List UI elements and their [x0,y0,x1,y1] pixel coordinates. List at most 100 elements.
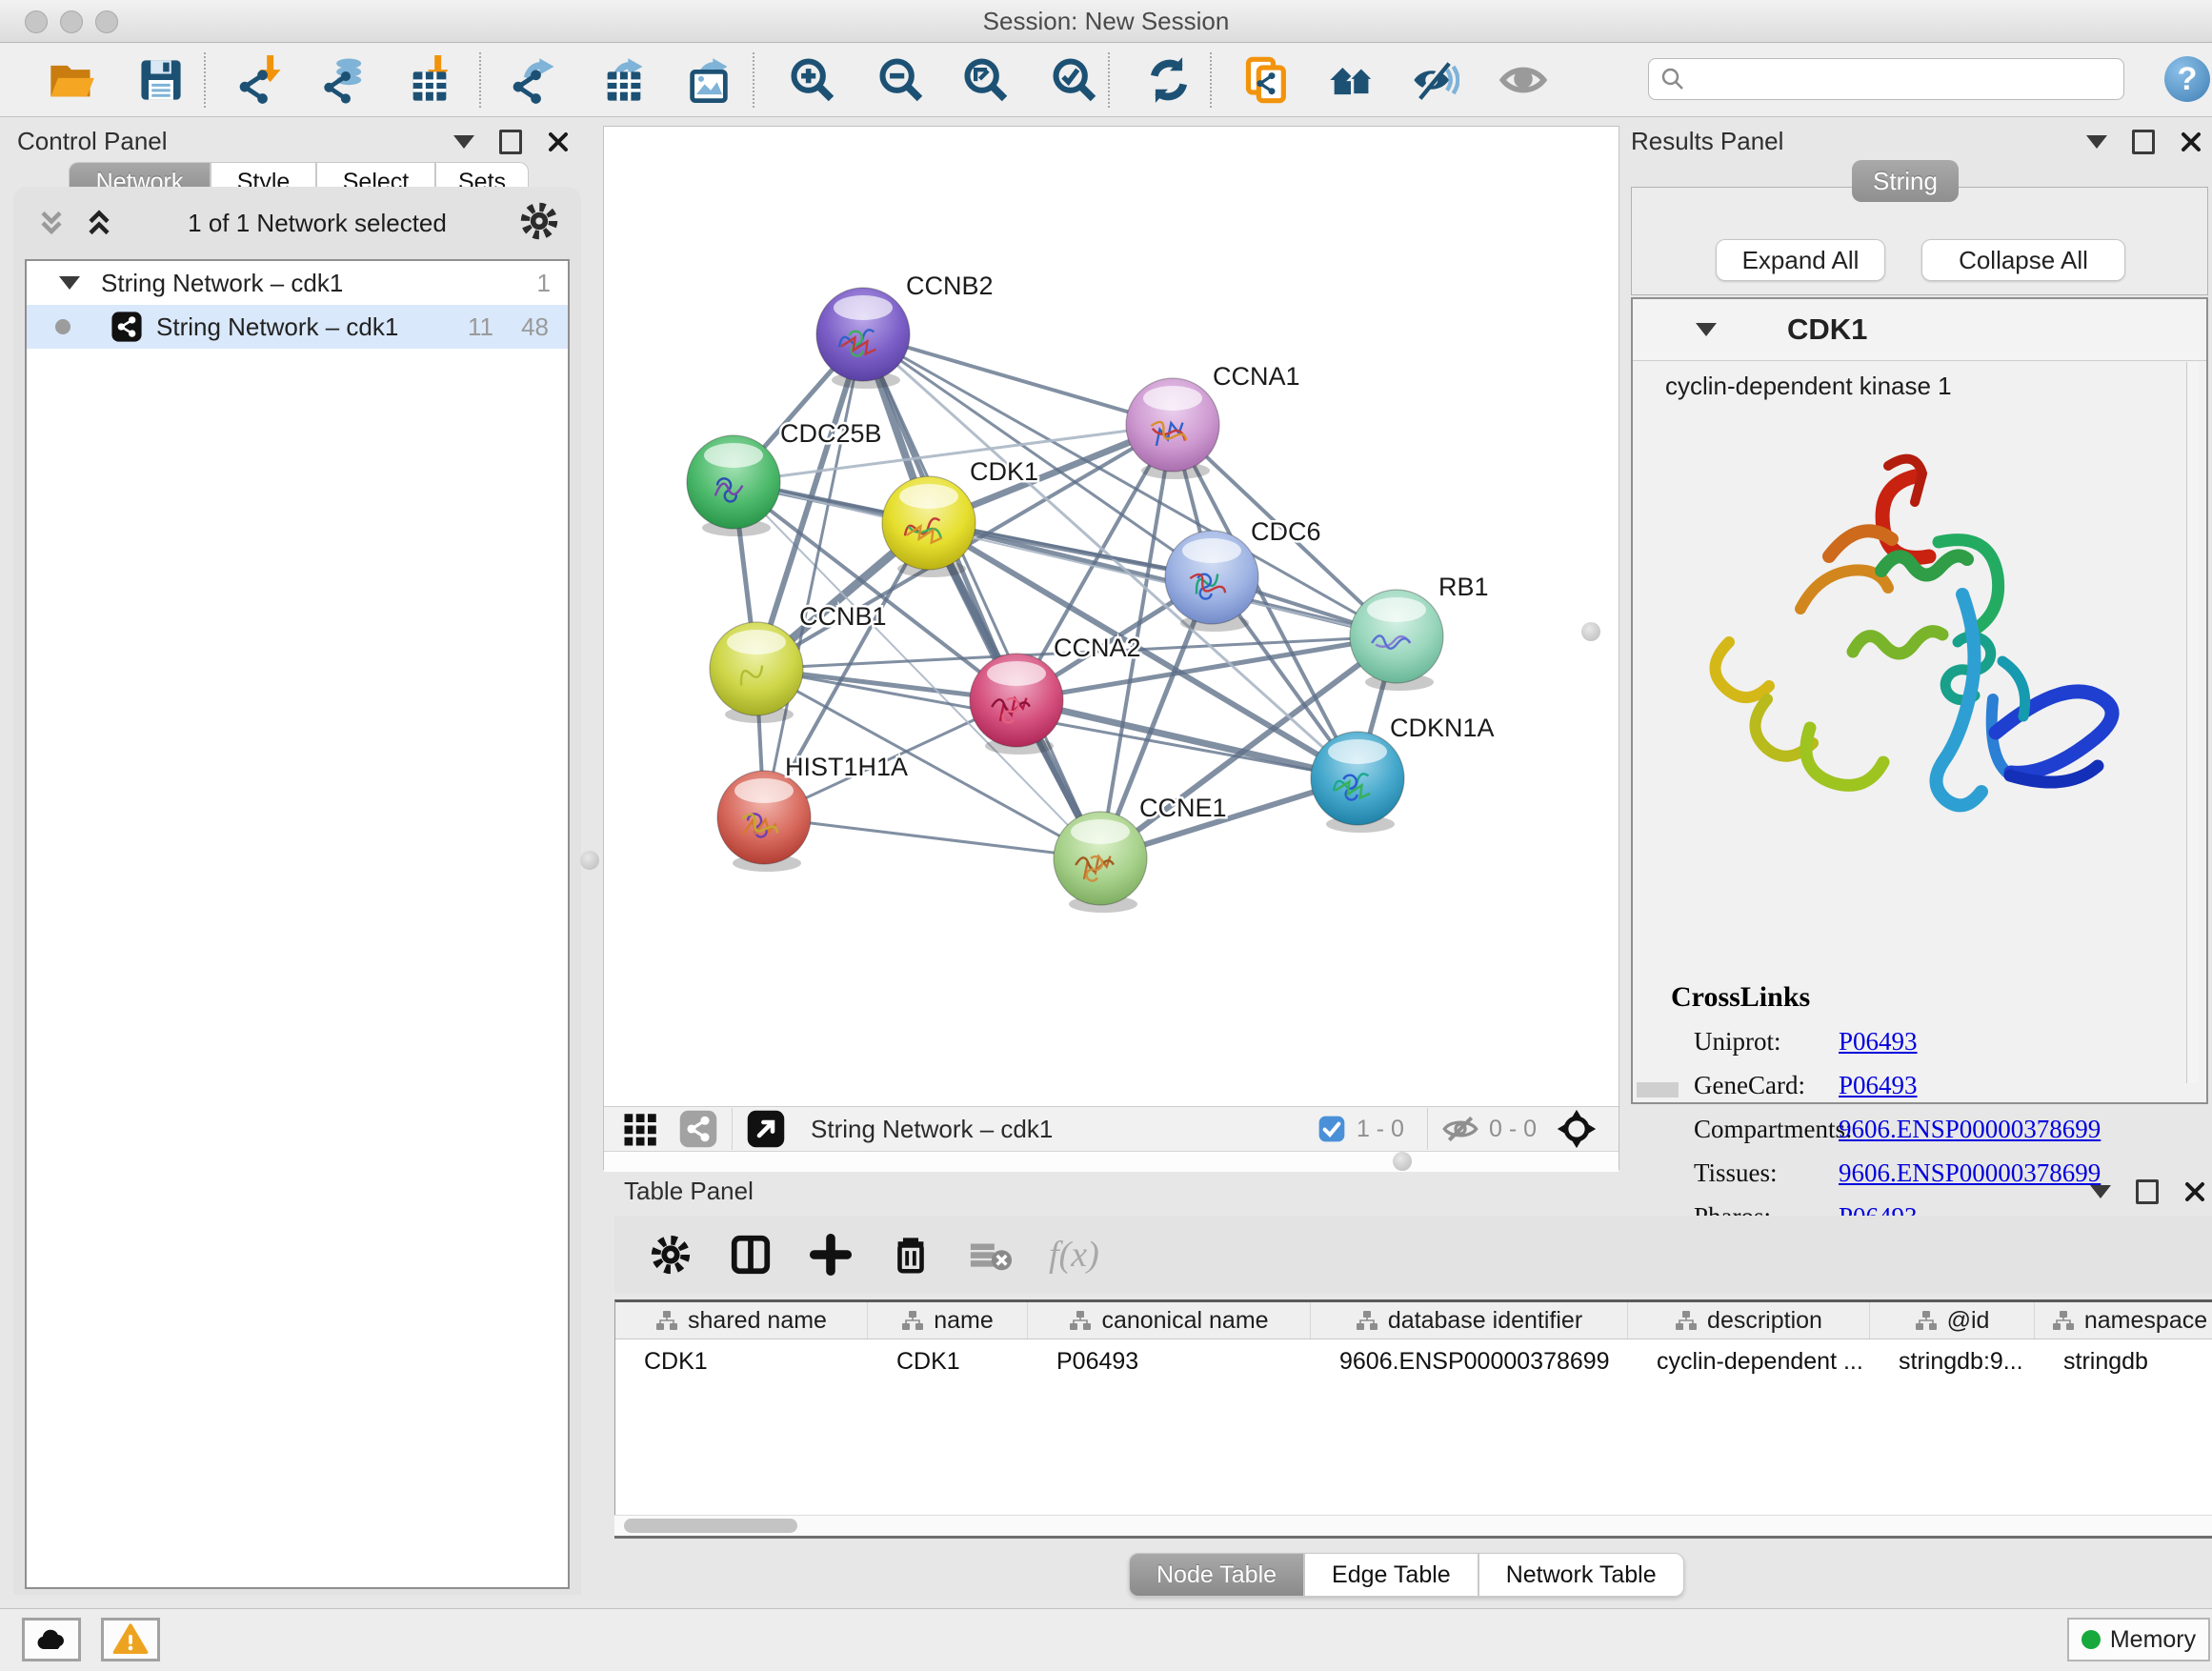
column-header-canonical-name[interactable]: canonical name [1028,1302,1311,1339]
node-CDC25B[interactable]: CDC25B [687,419,882,536]
results-vscrollbar[interactable] [2186,362,2199,1083]
column-header-database-identifier[interactable]: database identifier [1311,1302,1628,1339]
tab-node-table[interactable]: Node Table [1129,1553,1304,1597]
collapse-all-icon[interactable] [34,206,69,240]
node-CDKN1A[interactable]: CDKN1A [1311,714,1495,833]
node-label-HIST1H1A: HIST1H1A [785,753,908,781]
home-networks-icon[interactable] [1325,54,1377,106]
column-header-name[interactable]: name [868,1302,1028,1339]
help-button[interactable]: ? [2164,56,2210,102]
horizontal-splitter[interactable] [604,1151,1619,1172]
right-splitter-handle-icon[interactable] [1581,622,1600,641]
cell-name[interactable]: CDK1 [868,1348,1028,1376]
selected-checkbox-icon[interactable] [1317,1114,1347,1144]
hide-eye-icon[interactable] [1409,54,1460,106]
crosslink-label: Compartments: [1694,1115,1839,1144]
node-HIST1H1A[interactable]: HIST1H1A [717,753,908,872]
tab-edge-table[interactable]: Edge Table [1304,1553,1478,1597]
zoom-selected-icon[interactable] [1049,54,1100,106]
protein-card-header[interactable]: CDK1 [1633,299,2206,361]
table-row[interactable]: CDK1CDK1P064939606.ENSP00000378699cyclin… [615,1339,2212,1383]
zoom-out-icon[interactable] [875,54,927,106]
cell-namespace[interactable]: stringdb [2035,1348,2212,1376]
zoom-in-icon[interactable] [787,54,838,106]
refresh-icon[interactable] [1143,54,1195,106]
cell-canonical-name[interactable]: P06493 [1028,1348,1311,1376]
network-options-gear-icon[interactable] [518,200,560,247]
column-header-@id[interactable]: @id [1870,1302,2035,1339]
tab-network-table[interactable]: Network Table [1478,1553,1684,1597]
float-panel-icon[interactable] [499,130,522,154]
crosslink-link[interactable]: 9606.ENSP00000378699 [1839,1115,2101,1144]
table-columns-icon[interactable] [729,1233,773,1277]
protein-result-card: CDK1 cyclin-dependent kinase 1 [1631,297,2208,1104]
edge-CCNE1-HIST1H1A[interactable] [764,817,1100,858]
table-delete-icon[interactable] [889,1233,933,1277]
table-remove-column-icon [969,1233,1013,1277]
results-hscrollbar[interactable] [1637,1082,1679,1097]
collapse-panel-icon[interactable] [2090,1185,2111,1198]
expand-all-icon[interactable] [82,206,116,240]
show-eye-icon[interactable] [1498,54,1549,106]
edge-CCNB2-HIST1H1A[interactable] [764,334,863,817]
export-image-icon[interactable] [683,54,734,106]
close-panel-icon[interactable] [2180,131,2202,153]
tree-expand-icon[interactable] [59,276,80,290]
node-RB1[interactable]: RB1 [1350,573,1489,691]
export-table-icon[interactable] [598,54,650,106]
network-canvas[interactable]: CCNB2CCNA1CDC25BCDK1CDC6RB1CCNB1CCNA2CDK… [603,126,1619,1170]
network-row-selected[interactable]: String Network – cdk1 11 48 [27,305,568,349]
memory-button[interactable]: Memory [2067,1618,2210,1661]
network-graph[interactable]: CCNB2CCNA1CDC25BCDK1CDC6RB1CCNB1CCNA2CDK… [604,127,1619,1104]
search-input[interactable] [1648,58,2124,100]
open-in-window-icon[interactable] [746,1109,786,1149]
table-add-icon[interactable] [809,1233,853,1277]
edge-CCNA2-CDKN1A[interactable] [1016,700,1357,778]
warning-button[interactable] [101,1618,160,1661]
splitter-handle-icon[interactable] [1393,1152,1412,1171]
network-collection-row[interactable]: String Network – cdk1 1 [27,261,568,305]
table-hscrollbar[interactable] [614,1515,2212,1537]
tab-string[interactable]: String [1852,160,1959,202]
save-session-icon[interactable] [135,54,187,106]
node-table[interactable]: shared namenamecanonical namedatabase id… [614,1299,2212,1539]
close-panel-icon[interactable] [2183,1180,2206,1203]
node-label-CDK1: CDK1 [970,457,1038,486]
string-view-icon[interactable] [678,1109,718,1149]
zoom-fit-icon[interactable] [960,54,1012,106]
close-panel-icon[interactable] [547,131,570,153]
float-panel-icon[interactable] [2136,1179,2159,1204]
results-button-bar: Expand All Collapse All [1631,187,2208,295]
collapse-all-button[interactable]: Collapse All [1921,239,2125,281]
import-database-icon[interactable] [321,54,372,106]
export-network-icon[interactable] [510,54,561,106]
collapse-card-icon[interactable] [1696,323,1717,336]
collapse-panel-icon[interactable] [453,135,474,149]
open-session-icon[interactable] [46,54,97,106]
column-header-description[interactable]: description [1628,1302,1870,1339]
search-field[interactable] [1687,65,2114,93]
table-header-row[interactable]: shared namenamecanonical namedatabase id… [615,1302,2212,1339]
left-splitter-handle-icon[interactable] [580,851,599,870]
cloud-button[interactable] [22,1618,81,1661]
import-table-icon[interactable] [404,54,455,106]
column-header-namespace[interactable]: namespace [2035,1302,2212,1339]
snapshot-icon[interactable] [1241,54,1293,106]
cell-shared-name[interactable]: CDK1 [615,1348,868,1376]
float-panel-icon[interactable] [2132,130,2155,154]
cell-database-identifier[interactable]: 9606.ENSP00000378699 [1311,1348,1628,1376]
scrollbar-thumb[interactable] [624,1519,797,1533]
import-network-icon[interactable] [236,54,288,106]
column-header-shared-name[interactable]: shared name [615,1302,868,1339]
cell-@id[interactable]: stringdb:9... [1870,1348,2035,1376]
birdseye-nav-icon[interactable] [1556,1108,1598,1150]
expand-all-button[interactable]: Expand All [1716,239,1885,281]
crosslink-link[interactable]: P06493 [1839,1027,1918,1057]
grid-view-icon[interactable] [621,1109,661,1149]
collapse-panel-icon[interactable] [2086,135,2107,149]
cell-description[interactable]: cyclin-dependent ... [1628,1348,1870,1376]
table-gear-icon[interactable] [649,1233,693,1277]
crosslink-link[interactable]: P06493 [1839,1071,1918,1100]
edge-CCNB2-CCNA1[interactable] [863,334,1173,425]
status-bar: Memory [0,1608,2212,1671]
